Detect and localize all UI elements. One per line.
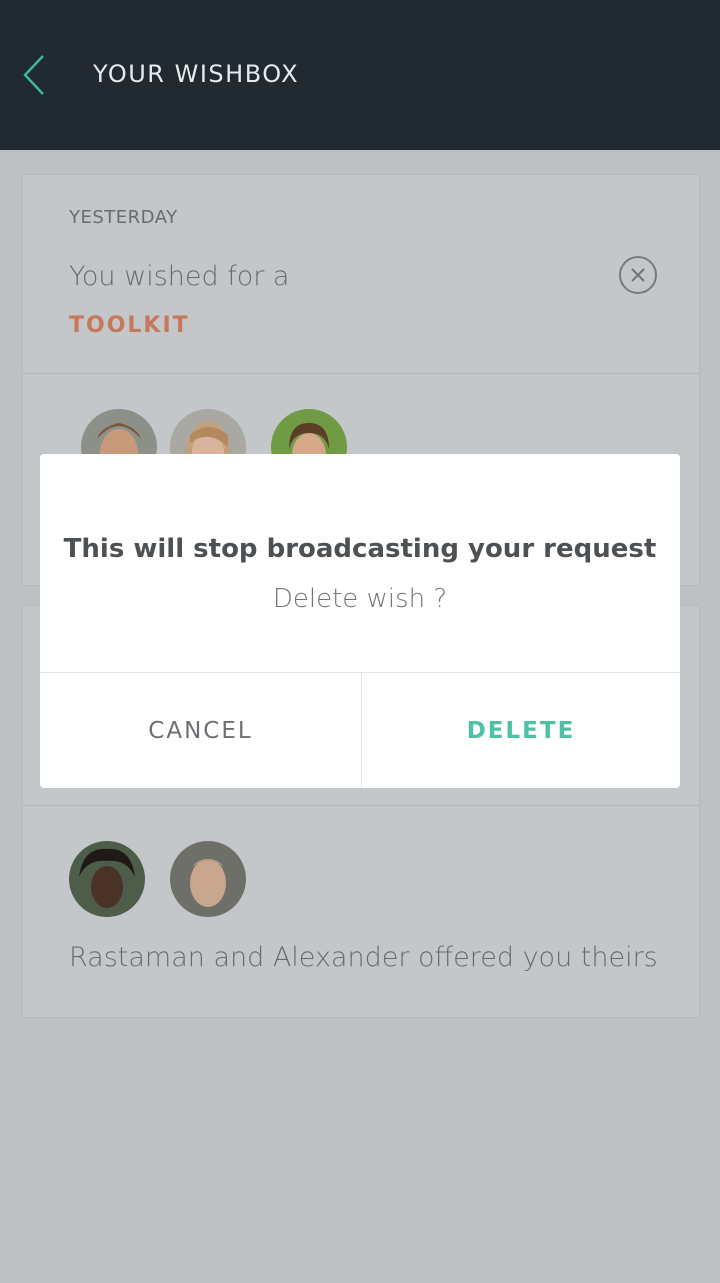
chevron-left-icon bbox=[23, 55, 44, 95]
remove-wish-button[interactable] bbox=[619, 256, 657, 294]
wish-text: You wished for a bbox=[69, 261, 290, 292]
app-header: YOUR WISHBOX bbox=[0, 0, 720, 150]
wish-item: TOOLKIT bbox=[69, 313, 190, 338]
card-divider bbox=[23, 373, 699, 374]
wish-date: YESTERDAY bbox=[69, 207, 178, 228]
cancel-button[interactable]: CANCEL bbox=[40, 673, 361, 788]
delete-button[interactable]: DELETE bbox=[362, 673, 680, 788]
delete-confirm-dialog: This will stop broadcasting your request… bbox=[40, 454, 680, 788]
offer-text: Rastaman and Alexander offered you their… bbox=[69, 942, 658, 973]
back-button[interactable] bbox=[14, 52, 54, 98]
avatar-image bbox=[170, 841, 246, 917]
avatar-image bbox=[69, 841, 145, 917]
page-title: YOUR WISHBOX bbox=[93, 60, 300, 88]
card-divider bbox=[23, 805, 699, 806]
dialog-title: This will stop broadcasting your request bbox=[63, 534, 657, 564]
dialog-subtitle: Delete wish ? bbox=[272, 584, 448, 614]
avatar[interactable] bbox=[170, 841, 246, 917]
avatar[interactable] bbox=[69, 841, 145, 917]
close-icon bbox=[631, 268, 645, 282]
